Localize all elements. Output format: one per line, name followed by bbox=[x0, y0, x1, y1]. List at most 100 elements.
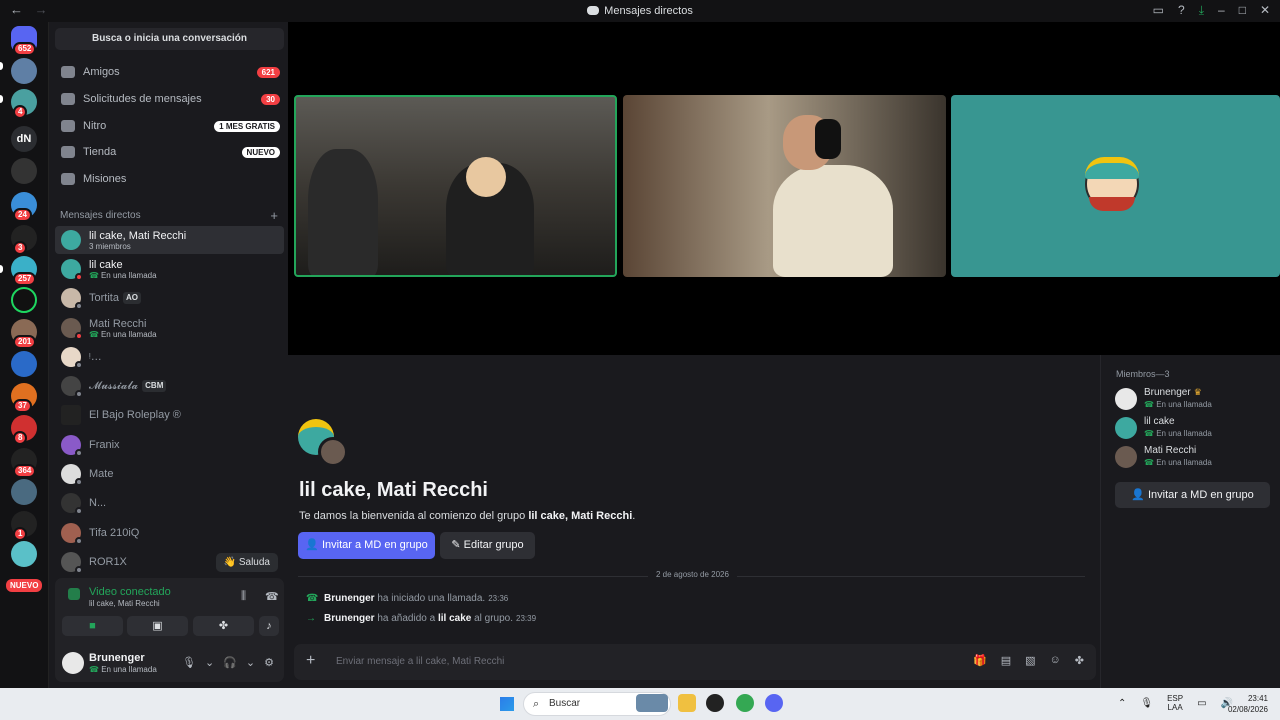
dm-item[interactable]: ᵎ… bbox=[55, 343, 284, 371]
chevron-down-icon[interactable]: ⌄ bbox=[205, 656, 214, 669]
edit-group-button[interactable]: ✎ Editar grupo bbox=[440, 532, 535, 559]
avatar-tile[interactable] bbox=[951, 95, 1280, 277]
nav-message-requests[interactable]: Solicitudes de mensajes 30 bbox=[55, 86, 284, 112]
soundboard-button[interactable]: ♪ bbox=[259, 616, 279, 636]
server-icon[interactable] bbox=[11, 479, 37, 505]
sticker-icon[interactable]: ▧ bbox=[1025, 654, 1035, 667]
dm-item-lil-cake[interactable]: lil cake ☎ En una llamada bbox=[55, 255, 284, 283]
close-icon[interactable]: ✕ bbox=[1260, 3, 1270, 18]
discord-taskbar-icon[interactable] bbox=[765, 694, 783, 712]
nav-shop[interactable]: Tienda NUEVO bbox=[55, 139, 284, 165]
minimize-icon[interactable]: – bbox=[1218, 3, 1225, 18]
status-dot bbox=[75, 449, 83, 457]
nav-quests[interactable]: Misiones bbox=[55, 166, 284, 192]
message-composer[interactable]: + Enviar mensaje a lil cake, Mati Recchi… bbox=[294, 644, 1096, 680]
dm-item[interactable]: N... bbox=[55, 489, 284, 517]
disconnect-icon[interactable]: ☎ bbox=[265, 590, 279, 603]
obs-icon[interactable] bbox=[706, 694, 724, 712]
member-item-lil-cake[interactable]: lil cake ☎ En una llamada bbox=[1115, 415, 1275, 441]
quests-icon bbox=[61, 173, 75, 185]
noise-suppression-icon[interactable]: ⫼ bbox=[241, 590, 246, 603]
dm-item-franix[interactable]: Franix bbox=[55, 431, 284, 459]
server-icon[interactable]: 24 bbox=[11, 192, 37, 222]
composer-placeholder[interactable]: Enviar mensaje a lil cake, Mati Recchi bbox=[336, 656, 504, 667]
apps-icon[interactable]: ✤ bbox=[1075, 654, 1084, 667]
dm-item-group[interactable]: lil cake, Mati Recchi 3 miembros bbox=[55, 226, 284, 254]
dm-item-tortita[interactable]: Tortita AO bbox=[55, 284, 284, 312]
taskbar-clock[interactable]: 23:41 02/08/2026 bbox=[1228, 693, 1268, 715]
message-target[interactable]: lil cake bbox=[438, 613, 471, 624]
member-item-mati-recchi[interactable]: Mati Recchi ☎ En una llamada bbox=[1115, 444, 1275, 470]
dm-item-tifa[interactable]: Tifa 210iQ bbox=[55, 519, 284, 547]
dm-item-mati-recchi[interactable]: Mati Recchi ☎ En una llamada bbox=[55, 314, 284, 342]
server-badge: 8 bbox=[13, 431, 28, 445]
inbox-icon[interactable]: ▭ bbox=[1153, 3, 1164, 18]
dm-name: ROR1X bbox=[89, 556, 127, 568]
activities-button[interactable]: ✤ bbox=[193, 616, 254, 636]
headphones-icon[interactable]: 🎧 bbox=[223, 656, 237, 669]
widget-thumbnail[interactable] bbox=[636, 694, 668, 712]
camera-button[interactable]: ■ bbox=[62, 616, 123, 636]
system-message: → Brunenger ha añadido a lil cake al grup… bbox=[306, 613, 536, 624]
help-icon[interactable]: ? bbox=[1178, 3, 1185, 18]
kick-server-icon[interactable] bbox=[11, 287, 37, 313]
new-dm-plus-icon[interactable]: + bbox=[270, 208, 278, 223]
language-indicator[interactable]: ESP LAA bbox=[1167, 694, 1183, 712]
member-item-brunenger[interactable]: Brunenger ♛ ☎ En una llamada bbox=[1115, 386, 1275, 412]
server-icon[interactable]: 8 bbox=[11, 415, 37, 445]
server-icon[interactable]: 201 bbox=[11, 319, 37, 349]
message-author[interactable]: Brunenger bbox=[324, 613, 375, 624]
video-tile-speaking[interactable] bbox=[294, 95, 617, 277]
windows-start-icon[interactable] bbox=[500, 697, 514, 711]
attach-plus-icon[interactable]: + bbox=[306, 652, 315, 670]
invite-to-group-button[interactable]: 👤 Invitar a MD en grupo bbox=[1115, 482, 1270, 508]
screen-share-button[interactable]: ▣ bbox=[127, 616, 188, 636]
video-tile[interactable] bbox=[623, 95, 946, 277]
server-icon[interactable]: 364 bbox=[11, 448, 37, 478]
server-icon[interactable] bbox=[11, 351, 37, 377]
conversation-search-button[interactable]: Busca o inicia una conversación bbox=[55, 28, 284, 50]
direct-messages-home-icon[interactable]: 652 bbox=[11, 26, 37, 56]
server-icon-dn[interactable]: dN bbox=[11, 126, 37, 152]
server-icon[interactable]: 1 bbox=[11, 511, 37, 541]
signal-icon[interactable] bbox=[68, 588, 80, 600]
username[interactable]: Brunenger bbox=[89, 652, 145, 664]
status-dot bbox=[75, 507, 83, 515]
invite-to-group-button[interactable]: 👤 Invitar a MD en grupo bbox=[298, 532, 435, 559]
gif-icon[interactable]: ▤ bbox=[1001, 654, 1011, 667]
dm-item-ror1x[interactable]: ROR1X 👋 Saluda bbox=[55, 548, 284, 576]
network-icon[interactable]: ▭ bbox=[1197, 698, 1206, 709]
dm-item-el-bajo-roleplay[interactable]: El Bajo Roleplay ® bbox=[55, 401, 284, 429]
voice-channel-name[interactable]: lil cake, Mati Recchi bbox=[89, 599, 160, 608]
server-badge: 364 bbox=[13, 464, 37, 478]
download-icon[interactable]: ⤓ bbox=[1199, 3, 1204, 18]
nav-friends[interactable]: Amigos 621 bbox=[55, 59, 284, 85]
server-icon[interactable] bbox=[11, 158, 37, 184]
emoji-icon[interactable]: ☺ bbox=[1050, 654, 1061, 667]
gear-icon[interactable]: ⚙ bbox=[264, 656, 274, 669]
avatar[interactable] bbox=[62, 652, 84, 674]
microphone-icon[interactable]: 🎙 bbox=[1140, 698, 1153, 709]
server-badge: 1 bbox=[13, 527, 28, 541]
dm-item-mate[interactable]: Mate bbox=[55, 460, 284, 488]
server-icon[interactable] bbox=[11, 58, 37, 84]
server-badge: 201 bbox=[13, 335, 37, 349]
chrome-icon[interactable] bbox=[736, 694, 754, 712]
dm-item-mussiala[interactable]: 𝓜𝓾𝓼𝓼𝓲𝓪𝓵𝓪 CBM bbox=[55, 372, 284, 400]
nav-label: Misiones bbox=[83, 173, 127, 185]
microphone-icon[interactable]: 🎙 bbox=[182, 656, 196, 669]
file-explorer-icon[interactable] bbox=[678, 694, 696, 712]
server-icon[interactable] bbox=[11, 541, 37, 567]
nav-nitro[interactable]: Nitro 1 MES GRATIS bbox=[55, 113, 284, 139]
message-author[interactable]: Brunenger bbox=[324, 593, 375, 604]
gift-icon[interactable]: 🎁 bbox=[973, 654, 987, 667]
wave-hello-button[interactable]: 👋 Saluda bbox=[215, 552, 278, 572]
new-badge[interactable]: NUEVO bbox=[6, 579, 43, 592]
server-icon[interactable]: 3 bbox=[11, 225, 37, 255]
chevron-down-icon[interactable]: ⌄ bbox=[246, 656, 255, 669]
server-icon[interactable]: 4 bbox=[11, 89, 37, 119]
maximize-icon[interactable]: □ bbox=[1239, 3, 1246, 18]
server-icon[interactable]: 37 bbox=[11, 383, 37, 413]
server-icon[interactable]: 257 bbox=[11, 256, 37, 286]
chevron-up-icon[interactable]: ⌃ bbox=[1118, 698, 1126, 709]
